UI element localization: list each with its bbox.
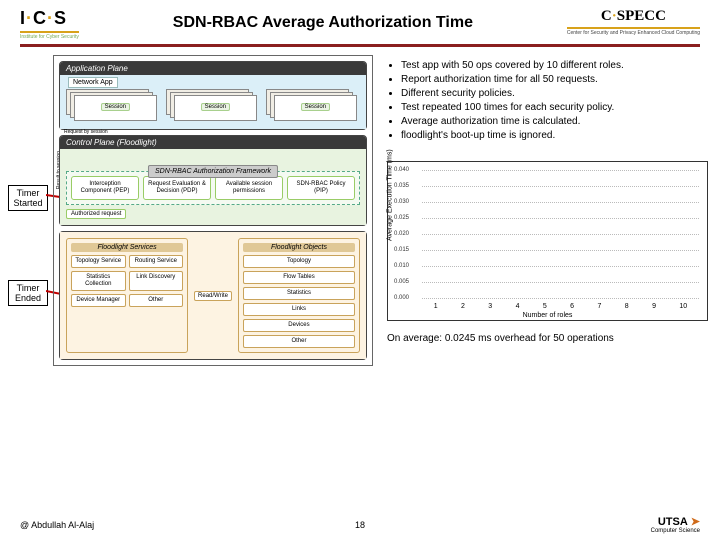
object-box: Flow Tables <box>243 271 355 284</box>
pip-box: SDN-RBAC Policy (PIP) <box>287 176 355 200</box>
timer-ended-tag: Timer Ended <box>8 280 48 306</box>
net-app-stack: Session <box>266 89 360 123</box>
chart-bars <box>422 170 699 298</box>
floodlight-services-group: Floodlight Services Topology Service Rou… <box>66 238 188 353</box>
page-number: 18 <box>355 520 365 530</box>
control-plane: Control Plane (Floodlight) SDN-RBAC Auth… <box>59 135 367 226</box>
logo-ics-text: I·C·S <box>20 8 67 29</box>
data-plane: Floodlight Services Topology Service Rou… <box>59 231 367 360</box>
header-divider <box>20 44 700 47</box>
execution-time-chart: Average Execution Time (ms) 0.0000.0050.… <box>387 161 708 321</box>
bullet-item: Test repeated 100 times for each securit… <box>401 101 708 115</box>
net-app-stack: Session <box>66 89 160 123</box>
logo-cspecc: C·SPECC Center for Security and Privacy … <box>567 8 700 36</box>
service-box: Routing Service <box>129 255 184 268</box>
pdp-box: Request Evaluation & Decision (PDP) <box>143 176 211 200</box>
chart-ylabel: Average Execution Time (ms) <box>387 149 394 241</box>
utsa-logo: UTSA➤ Computer Science <box>651 515 700 534</box>
object-box: Devices <box>243 319 355 332</box>
session-box: Session <box>201 103 230 111</box>
session-box: Session <box>301 103 330 111</box>
net-app-stack: Session <box>166 89 260 123</box>
timer-started-tag: Timer Started <box>8 185 48 211</box>
authorized-request-badge: Authorized request <box>66 209 126 219</box>
utsa-text: UTSA <box>658 516 688 528</box>
pep-box: Interception Component (PEP) <box>71 176 139 200</box>
services-header: Floodlight Services <box>71 243 183 252</box>
service-box: Device Manager <box>71 294 126 307</box>
application-plane: Application Plane Network App Session Se… <box>59 61 367 130</box>
bullet-item: Test app with 50 ops covered by 10 diffe… <box>401 59 708 73</box>
description-column: Test app with 50 ops covered by 10 diffe… <box>373 55 712 366</box>
control-plane-header: Control Plane (Floodlight) <box>60 136 366 149</box>
session-box: Session <box>101 103 130 111</box>
roadrunner-icon: ➤ <box>691 515 700 528</box>
bullet-item: Report authorization time for all 50 req… <box>401 73 708 87</box>
slide-footer: @ Abdullah Al-Alaj 18 UTSA➤ Computer Sci… <box>0 515 720 534</box>
bullet-list: Test app with 50 ops covered by 10 diffe… <box>401 59 708 143</box>
object-box: Statistics <box>243 287 355 300</box>
application-plane-header: Application Plane <box>60 62 366 75</box>
object-box: Other <box>243 335 355 348</box>
service-box: Other <box>129 294 184 307</box>
session-perms-box: Available session permissions <box>215 176 283 200</box>
service-box: Topology Service <box>71 255 126 268</box>
logo-cspecc-text: C·SPECC <box>601 8 666 25</box>
copyright: @ Abdullah Al-Alaj <box>20 520 94 530</box>
chart-xticks: 12345678910 <box>422 303 699 310</box>
service-box: Link Discovery <box>129 271 184 291</box>
logo-ics: I·C·S Institute for Cyber Security <box>20 8 79 40</box>
read-write-label: Read/Write <box>194 291 232 301</box>
annotation-column: Timer Started Timer Ended <box>8 55 53 366</box>
floodlight-objects-group: Floodlight Objects Topology Flow Tables … <box>238 238 360 353</box>
slide-title: SDN-RBAC Average Authorization Time <box>79 14 567 32</box>
object-box: Links <box>243 303 355 316</box>
chart-caption: On average: 0.0245 ms overhead for 50 op… <box>387 333 708 344</box>
bullet-item: Different security policies. <box>401 87 708 101</box>
object-box: Topology <box>243 255 355 268</box>
slide-header: I·C·S Institute for Cyber Security SDN-R… <box>0 0 720 40</box>
utsa-dept: Computer Science <box>651 528 700 534</box>
chart-plot-area: 0.0000.0050.0100.0150.0200.0250.0300.035… <box>422 170 699 298</box>
logo-ics-sub: Institute for Cyber Security <box>20 31 79 40</box>
architecture-diagram: Application Plane Network App Session Se… <box>53 55 373 366</box>
auth-framework-title: SDN-RBAC Authorization Framework <box>148 165 278 178</box>
bullet-item: Average authorization time is calculated… <box>401 115 708 129</box>
service-box: Statistics Collection <box>71 271 126 291</box>
bullet-item: floodlight's boot-up time is ignored. <box>401 129 708 143</box>
logo-cspecc-sub: Center for Security and Privacy Enhanced… <box>567 27 700 36</box>
slide-body: Timer Started Timer Ended Application Pl… <box>0 55 720 366</box>
objects-header: Floodlight Objects <box>243 243 355 252</box>
network-app-label: Network App <box>68 77 118 88</box>
chart-xlabel: Number of roles <box>523 312 573 319</box>
